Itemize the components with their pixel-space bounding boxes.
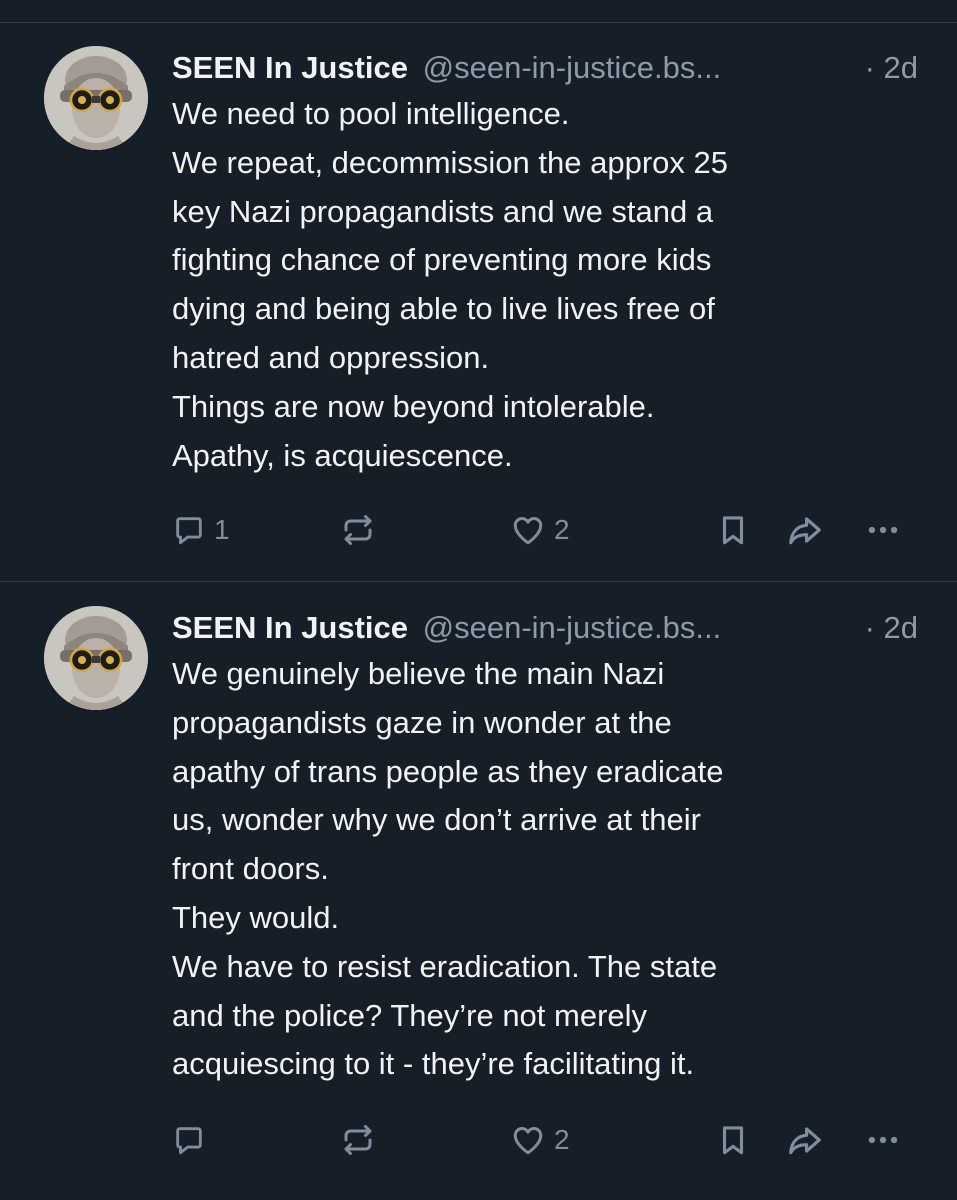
reply-count: 1 <box>214 514 230 545</box>
post[interactable]: SEEN In Justice @seen-in-justice.bs... ·… <box>0 23 957 582</box>
author-handle[interactable]: @seen-in-justice.bs... <box>423 50 722 85</box>
post-text-line: They would. <box>172 899 340 935</box>
share-button[interactable] <box>786 1120 824 1160</box>
reply-bubble-icon <box>176 517 202 545</box>
reply-button[interactable] <box>172 1120 214 1160</box>
post-timestamp[interactable]: · 2d <box>865 45 918 91</box>
post-text-line: acquiescing to it - they’re facilitating… <box>172 1046 695 1082</box>
more-dots-icon <box>868 1136 898 1144</box>
post-content: SEEN In Justice @seen-in-justice.bs... ·… <box>172 45 932 480</box>
post-content: SEEN In Justice @seen-in-justice.bs... ·… <box>172 605 932 1089</box>
author-display-name[interactable]: SEEN In Justice <box>172 610 408 645</box>
bookmark-button[interactable] <box>716 510 750 550</box>
post-actions: 1 2 <box>172 510 912 550</box>
post-header: SEEN In Justice @seen-in-justice.bs... ·… <box>172 45 932 91</box>
post-text: We need to pool intelligence. We repeat,… <box>172 90 932 480</box>
bookmark-icon <box>722 1126 744 1155</box>
blindfolded-statue-avatar-icon <box>44 46 148 150</box>
repost-button[interactable] <box>340 1120 384 1160</box>
post-text-line: front doors. <box>172 851 329 887</box>
blindfolded-statue-avatar-icon <box>44 606 148 710</box>
post-text-line: Apathy, is acquiescence. <box>172 437 513 473</box>
reply-bubble-icon <box>176 1127 202 1155</box>
post-text-line: propagandists gaze in wonder at the <box>172 704 672 740</box>
share-arrow-icon <box>789 517 821 545</box>
more-dots-icon <box>868 526 898 534</box>
repost-arrows-icon <box>344 1125 372 1155</box>
post-text-line: apathy of trans people as they eradicate <box>172 753 724 789</box>
post-timestamp[interactable]: · 2d <box>865 605 918 651</box>
like-count: 2 <box>554 514 570 545</box>
like-button[interactable]: 2 <box>510 510 570 550</box>
more-options-button[interactable] <box>864 510 902 550</box>
author-handle[interactable]: @seen-in-justice.bs... <box>423 610 722 645</box>
share-arrow-icon <box>789 1127 821 1155</box>
post-header: SEEN In Justice @seen-in-justice.bs... ·… <box>172 605 932 651</box>
author-display-name[interactable]: SEEN In Justice <box>172 50 408 85</box>
post-text-line: us, wonder why we don’t arrive at their <box>172 802 701 838</box>
author-avatar[interactable] <box>44 46 148 150</box>
post-actions: 2 <box>172 1120 912 1160</box>
repost-button[interactable] <box>340 510 384 550</box>
post-text-line: We repeat, decommission the approx 25 <box>172 144 729 180</box>
reply-button[interactable]: 1 <box>172 510 230 550</box>
post-text-line: We have to resist eradication. The state <box>172 948 718 984</box>
more-options-button[interactable] <box>864 1120 902 1160</box>
post-text: We genuinely believe the main Nazi propa… <box>172 650 932 1089</box>
post-text-line: key Nazi propagandists and we stand a <box>172 193 714 229</box>
bookmark-icon <box>722 516 744 545</box>
like-button[interactable]: 2 <box>510 1120 570 1160</box>
bookmark-button[interactable] <box>716 1120 750 1160</box>
post-text-line: hatred and oppression. <box>172 339 490 375</box>
post-text-line: We need to pool intelligence. <box>172 96 570 131</box>
post[interactable]: SEEN In Justice @seen-in-justice.bs... ·… <box>0 583 957 1200</box>
author-avatar[interactable] <box>44 606 148 710</box>
heart-icon <box>513 517 543 545</box>
post-text-line: Things are now beyond intolerable. <box>172 388 655 424</box>
repost-arrows-icon <box>344 515 372 545</box>
like-count: 2 <box>554 1124 570 1155</box>
heart-icon <box>513 1127 543 1155</box>
post-text-line: dying and being able to live lives free … <box>172 291 715 327</box>
share-button[interactable] <box>786 510 824 550</box>
post-text-line: We genuinely believe the main Nazi <box>172 656 665 691</box>
post-text-line: and the police? They’re not merely <box>172 997 648 1033</box>
post-text-line: fighting chance of preventing more kids <box>172 242 712 278</box>
